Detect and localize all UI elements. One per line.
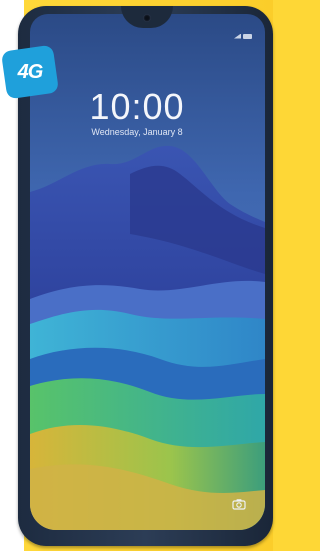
lock-date: Wednesday, January 8 [91, 127, 183, 137]
front-camera [143, 14, 151, 22]
battery-icon [243, 33, 252, 39]
lock-screen[interactable]: 10:00 Wednesday, January 8 [30, 14, 265, 530]
camera-shortcut-icon[interactable] [232, 498, 246, 510]
status-bar [234, 32, 252, 40]
badge-label: 4G [17, 60, 44, 83]
signal-icon [234, 33, 241, 39]
lock-clock: 10:00 [89, 86, 185, 127]
